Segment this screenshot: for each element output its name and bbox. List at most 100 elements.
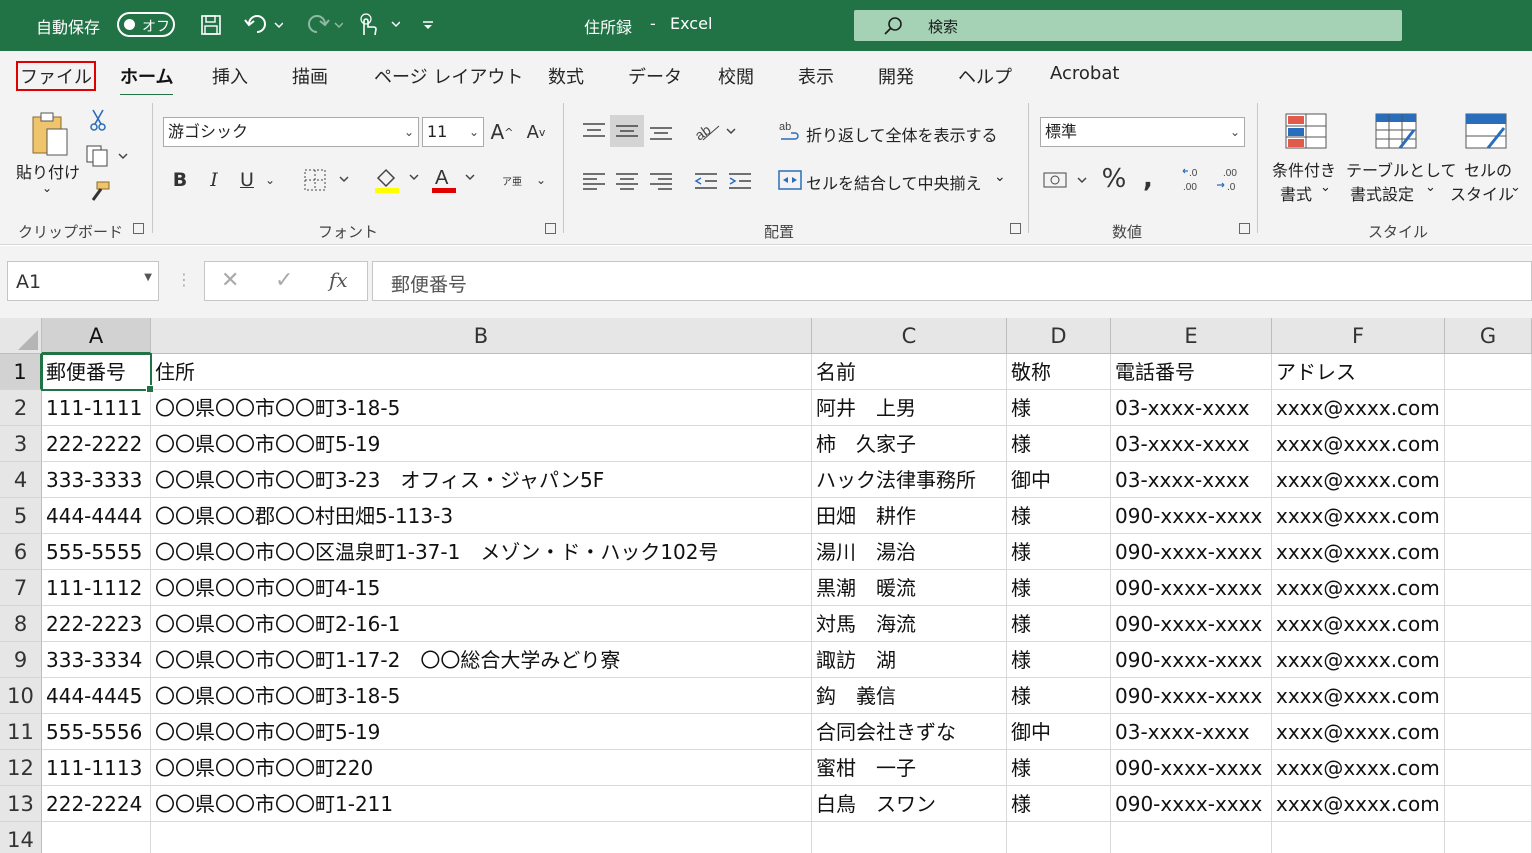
search-box[interactable]: 検索 xyxy=(854,10,1402,41)
cell-e7[interactable]: 090-xxxx-xxxx xyxy=(1111,570,1272,606)
cell-f3[interactable]: xxxx@xxxx.com xyxy=(1272,426,1445,462)
row-header-13[interactable]: 13 xyxy=(0,786,42,822)
cell-b8[interactable]: 〇〇県〇〇市〇〇町2-16-1 xyxy=(151,606,812,642)
align-top-icon[interactable] xyxy=(578,115,610,147)
cell-b3[interactable]: 〇〇県〇〇市〇〇町5-19 xyxy=(151,426,812,462)
cell-styles-icon[interactable] xyxy=(1462,111,1510,151)
cell-c8[interactable]: 対馬 海流 xyxy=(812,606,1007,642)
cell-a14[interactable] xyxy=(42,822,151,853)
cell-d5[interactable]: 様 xyxy=(1007,498,1111,534)
cell-b10[interactable]: 〇〇県〇〇市〇〇町3-18-5 xyxy=(151,678,812,714)
cell-styles-line2[interactable]: スタイル xyxy=(1450,181,1514,205)
tab-formulas[interactable]: 数式 xyxy=(548,63,584,89)
cell-f12[interactable]: xxxx@xxxx.com xyxy=(1272,750,1445,786)
cell-c14[interactable] xyxy=(812,822,1007,853)
cell-d10[interactable]: 様 xyxy=(1007,678,1111,714)
cancel-icon[interactable]: ✕ xyxy=(221,268,239,293)
insert-function-icon[interactable]: fx xyxy=(329,268,348,292)
decrease-font-icon[interactable]: Av xyxy=(522,117,550,147)
row-header-1[interactable]: 1 xyxy=(0,354,42,390)
cell-c1[interactable]: 名前 xyxy=(812,354,1007,390)
redo-icon[interactable] xyxy=(300,10,346,40)
formula-input[interactable]: 郵便番号 xyxy=(372,261,1532,301)
row-header-4[interactable]: 4 xyxy=(0,462,42,498)
cell-d6[interactable]: 様 xyxy=(1007,534,1111,570)
phonetic-icon[interactable]: ア亜 ⌄ xyxy=(500,165,548,195)
conditional-format-icon[interactable] xyxy=(1282,111,1330,151)
cell-d3[interactable]: 様 xyxy=(1007,426,1111,462)
increase-decimal-icon[interactable]: .0.00 xyxy=(1178,163,1210,195)
cell-g2[interactable] xyxy=(1445,390,1532,426)
cell-c3[interactable]: 柿 久家子 xyxy=(812,426,1007,462)
cell-a8[interactable]: 222-2223 xyxy=(42,606,151,642)
cell-g9[interactable] xyxy=(1445,642,1532,678)
row-header-12[interactable]: 12 xyxy=(0,750,42,786)
cell-g13[interactable] xyxy=(1445,786,1532,822)
increase-font-icon[interactable]: A ^ xyxy=(488,117,516,147)
cell-b9[interactable]: 〇〇県〇〇市〇〇町1-17-2 〇〇総合大学みどり寮 xyxy=(151,642,812,678)
cell-c2[interactable]: 阿井 上男 xyxy=(812,390,1007,426)
cell-f8[interactable]: xxxx@xxxx.com xyxy=(1272,606,1445,642)
cell-a2[interactable]: 111-1111 xyxy=(42,390,151,426)
column-header-d[interactable]: D xyxy=(1007,318,1111,354)
cell-b14[interactable] xyxy=(151,822,812,853)
cell-e5[interactable]: 090-xxxx-xxxx xyxy=(1111,498,1272,534)
cell-a6[interactable]: 555-5555 xyxy=(42,534,151,570)
cell-d1[interactable]: 敬称 xyxy=(1007,354,1111,390)
cell-a13[interactable]: 222-2224 xyxy=(42,786,151,822)
cell-a11[interactable]: 555-5556 xyxy=(42,714,151,750)
row-header-10[interactable]: 10 xyxy=(0,678,42,714)
currency-icon[interactable] xyxy=(1042,165,1092,195)
cut-icon[interactable] xyxy=(86,107,110,133)
merge-center-label[interactable]: セルを結合して中央揃え xyxy=(806,170,982,194)
tab-draw[interactable]: 描画 xyxy=(292,63,328,89)
cell-a7[interactable]: 111-1112 xyxy=(42,570,151,606)
tab-view[interactable]: 表示 xyxy=(798,63,834,89)
tab-home[interactable]: ホーム xyxy=(120,63,174,97)
cell-b5[interactable]: 〇〇県〇〇郡〇〇村田畑5-113-3 xyxy=(151,498,812,534)
comma-icon[interactable]: , xyxy=(1134,163,1162,195)
cell-a1[interactable]: 郵便番号 xyxy=(42,354,151,390)
cell-f13[interactable]: xxxx@xxxx.com xyxy=(1272,786,1445,822)
tab-review[interactable]: 校閲 xyxy=(718,63,754,89)
column-header-g[interactable]: G xyxy=(1445,318,1532,354)
cell-g1[interactable] xyxy=(1445,354,1532,390)
cell-e6[interactable]: 090-xxxx-xxxx xyxy=(1111,534,1272,570)
cell-d14[interactable] xyxy=(1007,822,1111,853)
number-format-select[interactable]: 標準 ⌄ xyxy=(1040,117,1245,147)
bold-icon[interactable]: B xyxy=(168,165,192,195)
align-middle-icon[interactable] xyxy=(610,115,644,147)
tab-acrobat[interactable]: Acrobat xyxy=(1050,63,1119,84)
touch-mode-icon[interactable] xyxy=(352,10,402,40)
number-launcher-icon[interactable] xyxy=(1239,223,1250,234)
tab-page-layout[interactable]: ページ レイアウト xyxy=(374,63,523,89)
underline-icon[interactable]: U xyxy=(234,165,260,195)
font-launcher-icon[interactable] xyxy=(545,223,556,234)
cell-f7[interactable]: xxxx@xxxx.com xyxy=(1272,570,1445,606)
autosave-toggle[interactable]: オフ xyxy=(117,12,175,37)
cell-e11[interactable]: 03-xxxx-xxxx xyxy=(1111,714,1272,750)
cell-c13[interactable]: 白鳥 スワン xyxy=(812,786,1007,822)
cell-c12[interactable]: 蜜柑 一子 xyxy=(812,750,1007,786)
increase-indent-icon[interactable] xyxy=(724,165,756,197)
cell-g5[interactable] xyxy=(1445,498,1532,534)
align-right-icon[interactable] xyxy=(645,165,677,197)
paste-label[interactable]: 貼り付け xyxy=(16,159,80,183)
font-color-icon[interactable]: A xyxy=(430,163,480,195)
cell-a5[interactable]: 444-4444 xyxy=(42,498,151,534)
cell-a10[interactable]: 444-4445 xyxy=(42,678,151,714)
fill-color-icon[interactable] xyxy=(372,163,422,195)
cell-f5[interactable]: xxxx@xxxx.com xyxy=(1272,498,1445,534)
cell-d2[interactable]: 様 xyxy=(1007,390,1111,426)
cell-e9[interactable]: 090-xxxx-xxxx xyxy=(1111,642,1272,678)
row-header-9[interactable]: 9 xyxy=(0,642,42,678)
decrease-decimal-icon[interactable]: .00.0 xyxy=(1214,163,1246,195)
cell-b11[interactable]: 〇〇県〇〇市〇〇町5-19 xyxy=(151,714,812,750)
cell-c11[interactable]: 合同会社きずな xyxy=(812,714,1007,750)
copy-icon[interactable] xyxy=(84,143,130,169)
cell-a4[interactable]: 333-3333 xyxy=(42,462,151,498)
decrease-indent-icon[interactable] xyxy=(690,165,722,197)
formula-bar-grip-icon[interactable]: ⋮ xyxy=(176,270,192,289)
chevron-down-icon[interactable]: ⌄ xyxy=(1320,180,1331,195)
format-painter-icon[interactable] xyxy=(86,179,112,205)
